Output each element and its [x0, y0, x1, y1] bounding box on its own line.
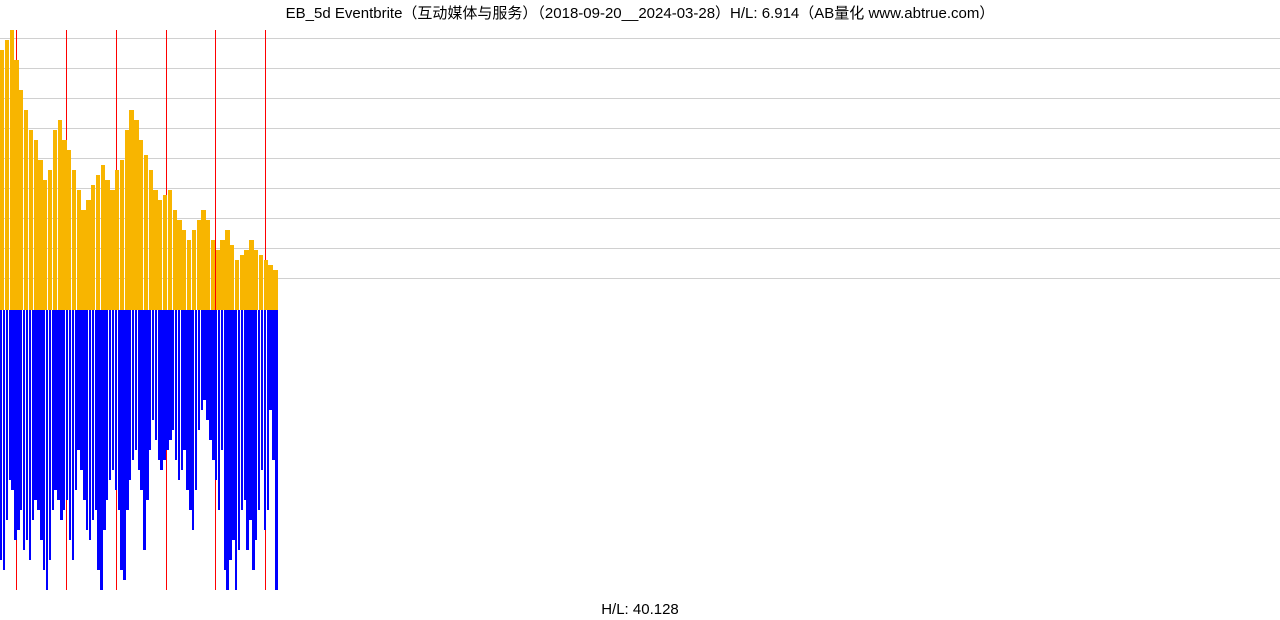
price-bar	[115, 170, 119, 310]
price-bar	[177, 220, 181, 310]
price-bar	[0, 50, 4, 310]
price-bar	[220, 240, 224, 310]
price-bar	[163, 195, 167, 310]
price-bar	[34, 140, 38, 310]
price-bar	[244, 250, 248, 310]
gridline	[0, 158, 1280, 159]
gridline	[0, 98, 1280, 99]
price-bar	[254, 250, 258, 310]
price-bar	[240, 255, 244, 310]
price-bar	[110, 190, 114, 310]
price-bar	[264, 260, 268, 310]
price-bar	[77, 190, 81, 310]
price-bar	[96, 175, 100, 310]
gridline	[0, 128, 1280, 129]
price-bar	[139, 140, 143, 310]
price-bar	[235, 260, 239, 310]
price-bar	[5, 40, 9, 310]
volume-bar	[275, 310, 277, 590]
price-bar	[10, 30, 14, 310]
gridline	[0, 218, 1280, 219]
price-bar	[273, 270, 277, 310]
price-bar	[72, 170, 76, 310]
gridline	[0, 68, 1280, 69]
price-bar	[62, 140, 66, 310]
gridline	[0, 38, 1280, 39]
price-bar	[197, 220, 201, 310]
price-bar	[225, 230, 229, 310]
chart-plot-area	[0, 30, 1280, 590]
price-bar	[81, 210, 85, 310]
price-bar	[144, 155, 148, 310]
price-bar	[153, 190, 157, 310]
price-bar	[149, 170, 153, 310]
price-bar	[43, 180, 47, 310]
price-bar	[206, 220, 210, 310]
chart-title: EB_5d Eventbrite（互动媒体与服务）（2018-09-20__20…	[0, 2, 1280, 23]
price-bar	[125, 130, 129, 310]
price-bar	[230, 245, 234, 310]
price-bar	[216, 250, 220, 310]
price-bar	[53, 130, 57, 310]
price-bar	[29, 130, 33, 310]
price-bar	[38, 160, 42, 310]
price-bar	[14, 60, 18, 310]
price-bar	[67, 150, 71, 310]
price-bar	[101, 165, 105, 310]
price-bar	[24, 110, 28, 310]
price-bar	[268, 265, 272, 310]
gridline	[0, 188, 1280, 189]
price-bar	[58, 120, 62, 310]
price-bar	[120, 160, 124, 310]
price-bar	[105, 180, 109, 310]
price-bar	[19, 90, 23, 310]
price-bar	[211, 240, 215, 310]
price-bar	[91, 185, 95, 310]
price-bar	[129, 110, 133, 310]
price-bar	[201, 210, 205, 310]
bottom-hl-label: H/L: 40.128	[0, 601, 1280, 618]
price-bar	[48, 170, 52, 310]
price-bar	[182, 230, 186, 310]
price-bar	[173, 210, 177, 310]
price-bar	[168, 190, 172, 310]
price-bar	[134, 120, 138, 310]
price-bar	[86, 200, 90, 310]
price-bar	[158, 200, 162, 310]
price-bar	[259, 255, 263, 310]
price-bar	[187, 240, 191, 310]
price-bar	[249, 240, 253, 310]
price-bar	[192, 230, 196, 310]
